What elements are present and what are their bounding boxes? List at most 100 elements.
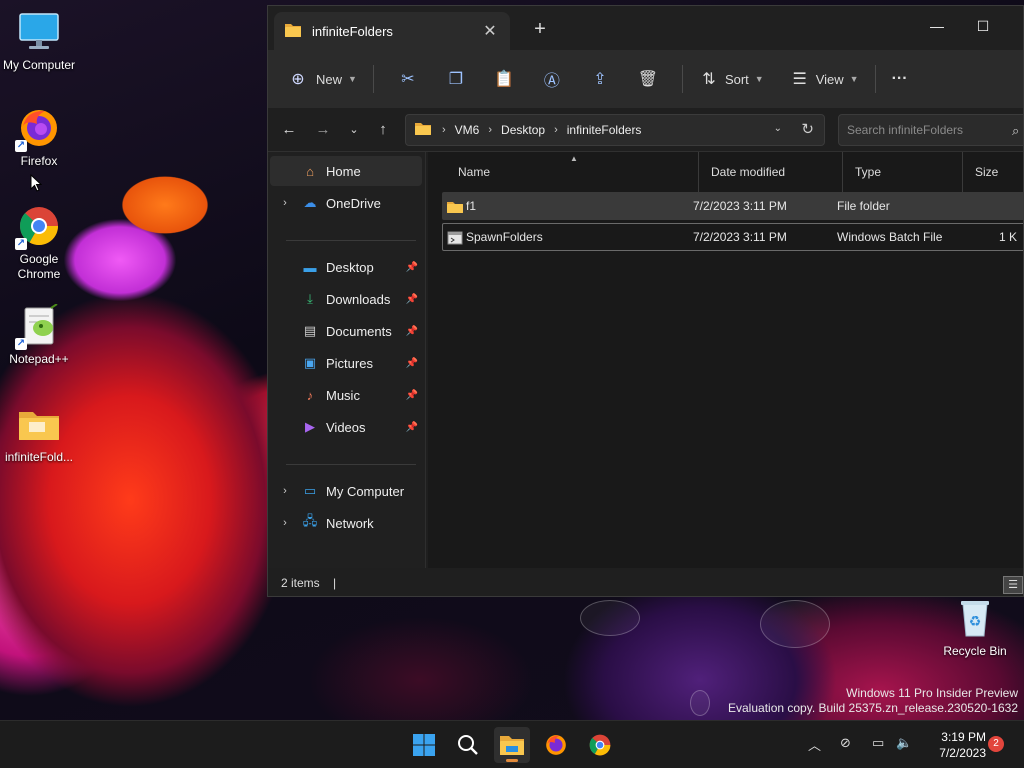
monitor-icon <box>17 10 61 54</box>
new-button[interactable]: ⊕ New ▼ <box>282 63 363 95</box>
file-size: 1 K <box>999 230 1018 244</box>
rename-icon[interactable]: Ⓐ <box>528 67 576 91</box>
svg-text:♻: ♻ <box>969 614 982 630</box>
pin-icon[interactable]: 📌 <box>406 358 418 369</box>
display-icon[interactable]: ▭ <box>872 735 884 751</box>
volume-icon[interactable]: 🔈 <box>896 735 912 751</box>
folder-icon <box>284 22 302 41</box>
close-window-button[interactable]: ✕ <box>1006 12 1023 40</box>
show-hidden-icons-chevron-icon[interactable]: ︿ <box>808 735 821 754</box>
tab-infinitefolders[interactable]: infiniteFolders ✕ <box>274 12 510 50</box>
desktop-icon-label: infiniteFold... <box>4 450 74 464</box>
sort-arrows-icon: ⇅ <box>702 71 716 88</box>
pin-icon[interactable]: 📌 <box>406 390 418 401</box>
expand-chevron-icon[interactable]: › <box>270 485 294 497</box>
column-header-type[interactable]: Type <box>843 152 963 192</box>
desktop-icon-notepad-plus-plus[interactable]: ↗ Notepad++ <box>0 303 78 367</box>
network-icon: 🖧 <box>302 513 318 528</box>
firefox-icon: ↗ <box>15 106 61 152</box>
desktop-icon-firefox[interactable]: ↗ Firefox <box>0 106 78 169</box>
recent-locations-button[interactable]: ⌄ <box>341 118 367 142</box>
pin-icon[interactable]: 📌 <box>406 262 418 273</box>
document-icon: ▤ <box>303 323 317 338</box>
desktop-icon-infinitefolders[interactable]: infiniteFold... <box>0 402 78 465</box>
desktop-icon-my-computer[interactable]: My Computer <box>0 10 78 73</box>
up-button[interactable]: ↑ <box>370 118 396 142</box>
minimize-button[interactable]: — <box>914 12 960 40</box>
sort-button[interactable]: ⇅ Sort ▼ <box>693 63 770 95</box>
taskbar-clock[interactable]: 3:19 PM 7/2/2023 <box>920 729 986 761</box>
address-dropdown-icon[interactable]: ⌄ <box>774 123 782 134</box>
firefox-icon <box>546 735 566 755</box>
no-network-icon[interactable]: ⊘ <box>840 735 851 751</box>
nav-divider <box>286 240 416 241</box>
search-icon[interactable]: ⌕ <box>1012 123 1019 139</box>
paste-icon[interactable]: 📋 <box>480 69 528 89</box>
taskbar-file-explorer[interactable] <box>494 727 530 763</box>
column-header-name[interactable]: Name <box>446 152 699 192</box>
delete-icon[interactable]: 🗑 <box>624 69 672 89</box>
breadcrumb-infinitefolders[interactable]: infiniteFolders <box>567 123 642 137</box>
nav-item-desktop[interactable]: ▬ Desktop 📌 <box>270 252 422 282</box>
chrome-icon <box>589 734 611 756</box>
sort-label: Sort <box>724 71 749 87</box>
nav-item-label: OneDrive <box>326 195 381 211</box>
new-tab-button[interactable]: + <box>528 18 552 41</box>
shortcut-arrow-icon: ↗ <box>15 238 27 250</box>
download-icon: ⤓ <box>307 291 313 306</box>
breadcrumb-vm6[interactable]: VM6 <box>455 123 480 137</box>
copy-icon[interactable]: ❐ <box>432 69 480 89</box>
table-row[interactable]: SpawnFolders 7/2/2023 3:11 PM Windows Ba… <box>442 223 1023 251</box>
details-view-icon[interactable]: ☰ <box>1003 576 1023 594</box>
nav-item-label: Downloads <box>326 291 391 307</box>
pin-icon[interactable]: 📌 <box>406 422 418 433</box>
plus-circle-icon: ⊕ <box>291 71 305 88</box>
search-button[interactable] <box>450 727 486 763</box>
desktop-icon-google-chrome[interactable]: ↗ Google Chrome <box>0 204 78 282</box>
address-bar[interactable]: › VM6 › Desktop › infiniteFolders ⌄ ↻ <box>405 114 825 146</box>
maximize-button[interactable]: ☐ <box>960 12 1006 40</box>
nav-item-home[interactable]: ⌂ Home <box>270 156 422 186</box>
nav-item-documents[interactable]: ▤ Documents 📌 <box>270 316 422 346</box>
home-icon: ⌂ <box>306 163 314 179</box>
forward-button[interactable]: → <box>310 118 336 142</box>
nav-item-videos[interactable]: ▶ Videos 📌 <box>270 412 422 442</box>
batch-file-icon <box>447 224 463 250</box>
nav-item-music[interactable]: ♪ Music 📌 <box>270 380 422 410</box>
taskbar-chrome[interactable] <box>582 727 618 763</box>
cut-icon[interactable]: ✂ <box>384 69 432 89</box>
pin-icon[interactable]: 📌 <box>406 326 418 337</box>
nav-item-label: Home <box>326 163 361 179</box>
nav-item-onedrive[interactable]: › ☁ OneDrive <box>270 188 422 218</box>
start-button[interactable] <box>406 727 442 763</box>
pin-icon[interactable]: 📌 <box>406 294 418 305</box>
file-type: File folder <box>837 199 890 213</box>
expand-chevron-icon[interactable]: › <box>270 517 294 529</box>
breadcrumb-desktop[interactable]: Desktop <box>501 123 545 137</box>
nav-item-downloads[interactable]: ⤓ Downloads 📌 <box>270 284 422 314</box>
notification-badge[interactable]: 2 <box>988 736 1004 752</box>
back-button[interactable]: ← <box>276 118 302 142</box>
search-input[interactable] <box>838 114 1023 146</box>
desktop-icon-recycle-bin[interactable]: ♻ Recycle Bin <box>936 596 1014 659</box>
column-header-size[interactable]: Size <box>963 152 1023 192</box>
view-button[interactable]: ☰ View ▼ <box>784 63 865 95</box>
share-icon[interactable]: ⇪ <box>576 69 624 89</box>
column-header-date-modified[interactable]: Date modified <box>699 152 843 192</box>
close-tab-icon[interactable]: ✕ <box>480 21 500 41</box>
title-bar[interactable]: infiniteFolders ✕ + — ☐ ✕ <box>268 6 1023 50</box>
nav-item-network[interactable]: › 🖧 Network <box>270 508 422 538</box>
nav-item-pictures[interactable]: ▣ Pictures 📌 <box>270 348 422 378</box>
windows-watermark: Windows 11 Pro Insider Preview Evaluatio… <box>728 686 1018 716</box>
refresh-icon[interactable]: ↻ <box>801 120 814 138</box>
taskbar-firefox[interactable] <box>538 727 574 763</box>
file-explorer-window[interactable]: infiniteFolders ✕ + — ☐ ✕ ⊕ New ▼ ✂ ❐ 📋 … <box>267 5 1024 597</box>
command-bar: ⊕ New ▼ ✂ ❐ 📋 Ⓐ ⇪ 🗑 ⇅ Sort ▼ ☰ View ▼ ··… <box>268 50 1023 108</box>
expand-chevron-icon[interactable]: › <box>270 197 294 209</box>
table-row[interactable]: f1 7/2/2023 3:11 PM File folder <box>442 192 1023 220</box>
file-list[interactable]: ▲ Name Date modified Type Size f1 7/2/20… <box>428 152 1023 573</box>
more-options-button[interactable]: ··· <box>886 63 914 95</box>
nav-item-my-computer[interactable]: › ▭ My Computer <box>270 476 422 506</box>
nav-item-label: Desktop <box>326 259 374 275</box>
nav-item-label: My Computer <box>326 483 405 499</box>
